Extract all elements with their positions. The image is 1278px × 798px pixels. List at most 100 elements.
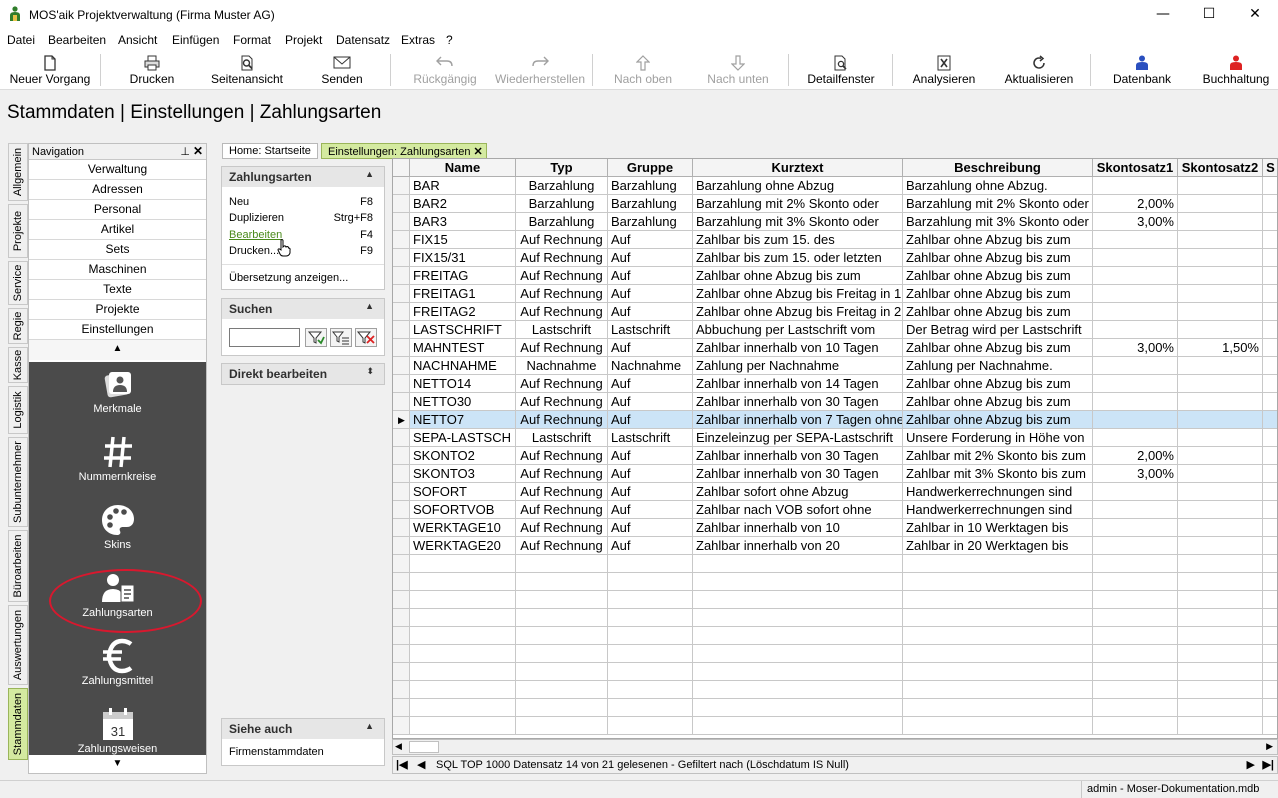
cell-skontosatz2[interactable]	[1178, 321, 1263, 339]
cell-gruppe[interactable]	[608, 681, 693, 699]
row-indicator[interactable]	[393, 357, 410, 375]
cell-typ[interactable]: Barzahlung	[516, 177, 608, 195]
cell-s[interactable]	[1263, 465, 1277, 483]
cell-kurztext[interactable]	[693, 699, 903, 717]
cell-beschreibung[interactable]	[903, 609, 1093, 627]
cell-gruppe[interactable]: Nachnahme	[608, 357, 693, 375]
navigation-close-button[interactable]: ✕	[193, 144, 203, 158]
cell-s[interactable]	[1263, 321, 1277, 339]
cell-beschreibung[interactable]: Zahlbar ohne Abzug bis zum	[903, 339, 1093, 357]
cell-name[interactable]	[410, 573, 516, 591]
cell-name[interactable]: WERKTAGE10	[410, 519, 516, 537]
pin-icon[interactable]: ⊥	[180, 145, 190, 158]
cell-kurztext[interactable]: Zahlbar innerhalb von 14 Tagen	[693, 375, 903, 393]
cell-typ[interactable]	[516, 627, 608, 645]
cell-s[interactable]	[1263, 339, 1277, 357]
cell-beschreibung[interactable]: Zahlbar ohne Abzug bis zum	[903, 285, 1093, 303]
cell-kurztext[interactable]	[693, 681, 903, 699]
cell-kurztext[interactable]: Zahlbar nach VOB sofort ohne	[693, 501, 903, 519]
cell-skontosatz1[interactable]	[1093, 591, 1178, 609]
menu-bearbeiten[interactable]: Bearbeiten	[48, 33, 106, 47]
cell-s[interactable]	[1263, 411, 1277, 429]
cell-beschreibung[interactable]: Handwerkerrechnungen sind	[903, 501, 1093, 519]
task-panel-header[interactable]: Siehe auch ▲	[222, 719, 384, 739]
filter-apply-button[interactable]	[305, 328, 327, 347]
row-indicator[interactable]	[393, 555, 410, 573]
cell-skontosatz1[interactable]: 3,00%	[1093, 213, 1178, 231]
cell-skontosatz2[interactable]	[1178, 231, 1263, 249]
cell-name[interactable]	[410, 609, 516, 627]
row-indicator[interactable]	[393, 591, 410, 609]
cell-skontosatz1[interactable]	[1093, 321, 1178, 339]
row-indicator[interactable]	[393, 501, 410, 519]
cell-s[interactable]	[1263, 501, 1277, 519]
cell-kurztext[interactable]	[693, 645, 903, 663]
cell-gruppe[interactable]: Auf	[608, 537, 693, 555]
cell-name[interactable]	[410, 555, 516, 573]
cell-skontosatz2[interactable]	[1178, 573, 1263, 591]
cell-skontosatz2[interactable]	[1178, 429, 1263, 447]
cell-skontosatz1[interactable]: 2,00%	[1093, 195, 1178, 213]
menu-projekt[interactable]: Projekt	[285, 33, 322, 47]
nav-item-verwaltung[interactable]: Verwaltung	[29, 160, 206, 180]
cell-typ[interactable]: Auf Rechnung	[516, 465, 608, 483]
cell-skontosatz2[interactable]	[1178, 627, 1263, 645]
cell-kurztext[interactable]: Barzahlung ohne Abzug	[693, 177, 903, 195]
cell-typ[interactable]: Auf Rechnung	[516, 231, 608, 249]
column-header-skontosatz1[interactable]: Skontosatz1	[1093, 159, 1178, 177]
cell-name[interactable]	[410, 645, 516, 663]
nav-zahlungsweisen[interactable]: 31 Zahlungsweisen	[29, 702, 206, 755]
cell-beschreibung[interactable]: Zahlbar in 10 Werktagen bis	[903, 519, 1093, 537]
cell-skontosatz2[interactable]	[1178, 681, 1263, 699]
cell-s[interactable]	[1263, 699, 1277, 717]
cell-kurztext[interactable]	[693, 663, 903, 681]
cell-gruppe[interactable]: Auf	[608, 501, 693, 519]
cell-gruppe[interactable]: Barzahlung	[608, 195, 693, 213]
cell-s[interactable]	[1263, 357, 1277, 375]
cell-skontosatz1[interactable]	[1093, 663, 1178, 681]
cell-name[interactable]: NETTO14	[410, 375, 516, 393]
task-bearbeiten[interactable]: Bearbeiten	[229, 229, 282, 241]
cell-s[interactable]	[1263, 555, 1277, 573]
nav-scroll-down-button[interactable]: ▼	[29, 755, 206, 773]
cell-typ[interactable]	[516, 681, 608, 699]
cell-s[interactable]	[1263, 303, 1277, 321]
cell-typ[interactable]	[516, 591, 608, 609]
cell-gruppe[interactable]: Auf	[608, 411, 693, 429]
cell-kurztext[interactable]: Zahlbar bis zum 15. des	[693, 231, 903, 249]
cell-name[interactable]: LASTSCHRIFT	[410, 321, 516, 339]
cell-kurztext[interactable]	[693, 591, 903, 609]
cell-typ[interactable]	[516, 663, 608, 681]
cell-name[interactable]	[410, 591, 516, 609]
next-record-button[interactable]: ▶	[1247, 758, 1255, 771]
new-process-button[interactable]: Neuer Vorgang	[4, 50, 96, 90]
cell-gruppe[interactable]: Auf	[608, 231, 693, 249]
cell-skontosatz2[interactable]	[1178, 393, 1263, 411]
cell-skontosatz1[interactable]	[1093, 519, 1178, 537]
filter-list-button[interactable]	[330, 328, 352, 347]
cell-skontosatz2[interactable]	[1178, 555, 1263, 573]
cell-gruppe[interactable]	[608, 555, 693, 573]
cell-beschreibung[interactable]: Zahlbar in 20 Werktagen bis	[903, 537, 1093, 555]
cell-gruppe[interactable]	[608, 717, 693, 735]
cell-skontosatz2[interactable]	[1178, 501, 1263, 519]
cell-name[interactable]: MAHNTEST	[410, 339, 516, 357]
cell-s[interactable]	[1263, 483, 1277, 501]
row-indicator[interactable]	[393, 465, 410, 483]
vtab-allgemein[interactable]: Allgemein	[8, 143, 28, 201]
cell-kurztext[interactable]: Abbuchung per Lastschrift vom	[693, 321, 903, 339]
cell-skontosatz1[interactable]	[1093, 609, 1178, 627]
cell-beschreibung[interactable]: Handwerkerrechnungen sind	[903, 483, 1093, 501]
cell-skontosatz2[interactable]	[1178, 483, 1263, 501]
cell-kurztext[interactable]: Zahlbar innerhalb von 20	[693, 537, 903, 555]
column-header-typ[interactable]: Typ	[516, 159, 608, 177]
cell-skontosatz1[interactable]	[1093, 501, 1178, 519]
cell-s[interactable]	[1263, 447, 1277, 465]
cell-skontosatz2[interactable]	[1178, 591, 1263, 609]
cell-beschreibung[interactable]	[903, 681, 1093, 699]
cell-kurztext[interactable]: Barzahlung mit 2% Skonto oder	[693, 195, 903, 213]
cell-s[interactable]	[1263, 573, 1277, 591]
nav-item-artikel[interactable]: Artikel	[29, 220, 206, 240]
cell-typ[interactable]	[516, 645, 608, 663]
vtab-service[interactable]: Service	[8, 261, 28, 305]
